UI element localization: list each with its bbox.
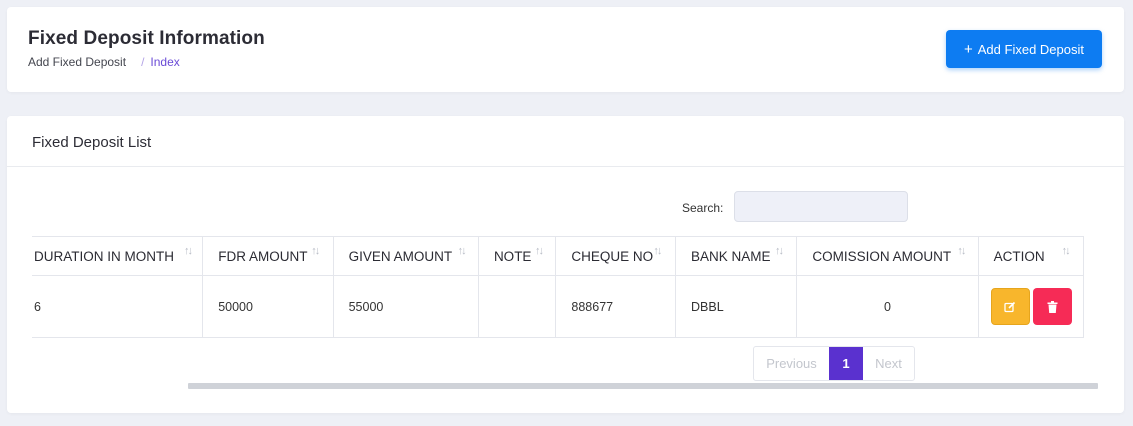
column-header-given-amount[interactable]: GIVEN AMOUNT ↑↓: [332, 236, 479, 276]
column-header-duration[interactable]: DURATION IN MONTH ↑↓: [32, 236, 204, 276]
horizontal-scrollbar[interactable]: [188, 383, 1098, 389]
column-header-label: GIVEN AMOUNT: [348, 248, 453, 264]
cell-action: [977, 275, 1085, 338]
search-label: Search:: [682, 201, 724, 215]
column-header-label: COMISSION AMOUNT: [812, 248, 952, 264]
column-header-commission-amount[interactable]: COMISSION AMOUNT ↑↓: [796, 236, 979, 276]
column-header-bank-name[interactable]: BANK NAME ↑↓: [675, 236, 798, 276]
sort-icon[interactable]: ↑↓: [184, 245, 193, 257]
cell-bank-name: DBBL: [675, 275, 798, 338]
cell-given-amount: 55000: [332, 275, 479, 338]
sort-icon[interactable]: ↑↓: [653, 245, 662, 257]
pagination: Previous 1 Next: [753, 346, 915, 381]
page-title: Fixed Deposit Information: [28, 28, 265, 49]
pagination-next[interactable]: Next: [863, 347, 914, 380]
column-header-action[interactable]: ACTION ↑↓: [977, 236, 1085, 276]
column-header-label: CHEQUE NO: [571, 248, 654, 264]
column-header-label: FDR AMOUNT: [218, 248, 308, 264]
column-header-label: NOTE: [493, 248, 532, 264]
add-fixed-deposit-label: Add Fixed Deposit: [977, 41, 1084, 57]
column-header-label: ACTION: [993, 248, 1045, 264]
column-header-note[interactable]: NOTE ↑↓: [477, 236, 557, 276]
cell-note: [477, 275, 557, 338]
sort-icon[interactable]: ↑↓: [1062, 245, 1071, 257]
cell-fdr-amount: 50000: [202, 275, 334, 338]
column-header-fdr-amount[interactable]: FDR AMOUNT ↑↓: [202, 236, 334, 276]
list-title: Fixed Deposit List: [32, 134, 152, 151]
breadcrumb: Add Fixed Deposit / Index: [28, 55, 180, 69]
add-fixed-deposit-button[interactable]: + Add Fixed Deposit: [946, 30, 1102, 68]
sort-icon[interactable]: ↑↓: [458, 245, 467, 257]
column-header-cheque-no[interactable]: CHEQUE NO ↑↓: [555, 236, 677, 276]
delete-button[interactable]: [1032, 288, 1072, 325]
divider: [7, 166, 1124, 167]
sort-icon[interactable]: ↑↓: [535, 245, 544, 257]
table-header-row: DURATION IN MONTH ↑↓ FDR AMOUNT ↑↓ GIVEN A…: [32, 236, 1085, 276]
sort-icon[interactable]: ↑↓: [775, 245, 784, 257]
edit-icon: [1004, 301, 1016, 312]
table-row: 6 50000 55000 888677 DBBL 0: [32, 275, 1085, 338]
page-header-card: Fixed Deposit Information Add Fixed Depo…: [7, 7, 1124, 92]
breadcrumb-current: Index: [150, 55, 180, 69]
column-header-label: DURATION IN MONTH: [34, 248, 174, 264]
fixed-deposit-list-card: Fixed Deposit List Search: DURATION IN M…: [7, 116, 1124, 413]
search-input[interactable]: [734, 191, 908, 222]
pagination-previous[interactable]: Previous: [754, 347, 829, 380]
column-header-label: BANK NAME: [691, 248, 771, 264]
fixed-deposit-table: DURATION IN MONTH ↑↓ FDR AMOUNT ↑↓ GIVEN A…: [32, 236, 1085, 338]
sort-icon[interactable]: ↑↓: [957, 245, 966, 257]
cell-commission-amount: 0: [796, 275, 979, 338]
cell-cheque-no: 888677: [555, 275, 677, 338]
cell-duration: 6: [32, 275, 204, 338]
breadcrumb-separator: /: [141, 55, 145, 69]
trash-icon: [1047, 300, 1058, 313]
table-scroll-container: DURATION IN MONTH ↑↓ FDR AMOUNT ↑↓ GIVEN A…: [32, 236, 1098, 338]
plus-icon: +: [964, 40, 973, 58]
edit-button[interactable]: [990, 288, 1030, 325]
sort-icon[interactable]: ↑↓: [311, 245, 320, 257]
pagination-page-1[interactable]: 1: [829, 347, 863, 380]
breadcrumb-parent[interactable]: Add Fixed Deposit: [28, 55, 126, 69]
